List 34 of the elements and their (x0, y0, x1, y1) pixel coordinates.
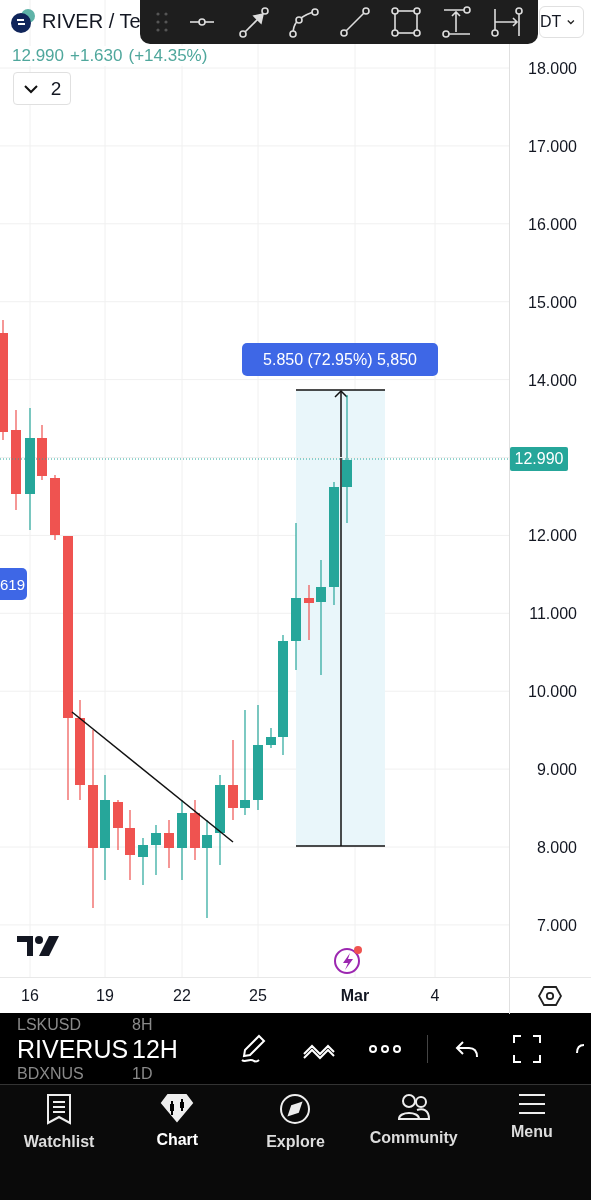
price-change: +1.630 (70, 46, 123, 66)
price-axis-label: 18.000 (528, 60, 577, 77)
time-axis-label: 25 (249, 987, 267, 1005)
nav-tab[interactable]: Watchlist (4, 1093, 115, 1200)
nav-tab[interactable]: Menu (476, 1093, 587, 1200)
price-axis-label: 7.000 (536, 916, 577, 934)
time-axis-label: 4 (430, 987, 440, 1005)
currency-selector[interactable]: DT (539, 6, 584, 38)
price-axis-label: 8.000 (536, 839, 577, 856)
price-axis-label: 15.000 (528, 293, 577, 311)
nav-tab[interactable]: Explore (240, 1093, 351, 1200)
time-axis-label: Mar (340, 987, 370, 1005)
price-axis-label: 11.000 (529, 605, 577, 623)
symbol-picker-item[interactable]: BDXNUS 1D (17, 1063, 210, 1083)
time-axis-label: 22 (173, 987, 191, 1005)
price-axis-label: 16.000 (528, 215, 577, 233)
price-axis-label: 17.000 (528, 137, 577, 155)
price-axis-label: 12.000 (528, 527, 577, 545)
symbol-title[interactable]: RIVER / Te (42, 9, 141, 33)
measure-label: 5.850 (72.95%) 5,850 (242, 343, 438, 376)
nav-tab[interactable]: Chart (122, 1093, 233, 1200)
time-axis-label: 16 (21, 987, 39, 1005)
symbol-picker-item[interactable]: RIVERUS 12H (17, 1033, 210, 1064)
price-axis-label: 9.000 (536, 761, 577, 779)
indicators-toggle[interactable]: 2 (13, 72, 71, 105)
time-axis-label: 19 (96, 987, 114, 1005)
last-price: 12.990 (12, 46, 64, 66)
current-price-label: 12.990 (510, 447, 568, 471)
price-axis-label: 14.000 (528, 371, 577, 389)
crosshair-price-label: 619 (0, 568, 27, 600)
price-axis-label: 10.000 (528, 683, 577, 701)
symbol-picker-item[interactable]: LSKUSD 8H (17, 1014, 210, 1034)
price-change-percent: (+14.35%) (128, 46, 208, 66)
nav-tab[interactable]: Community (358, 1093, 469, 1200)
